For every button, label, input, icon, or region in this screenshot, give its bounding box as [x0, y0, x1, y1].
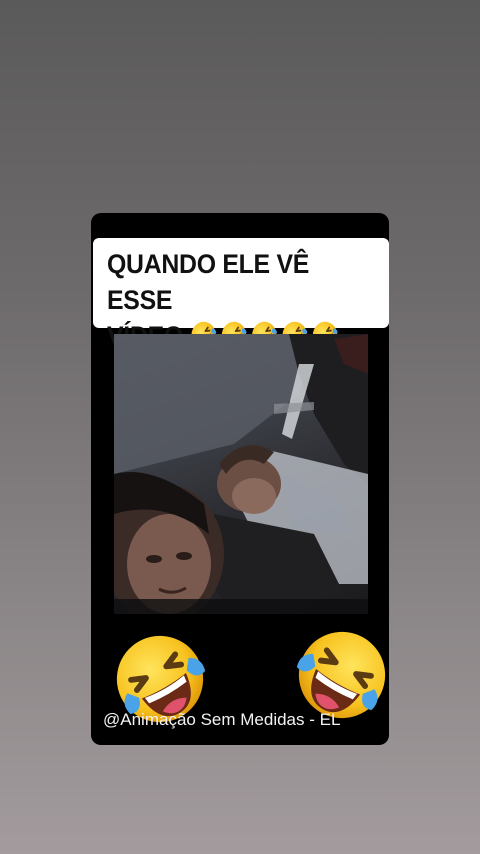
- video-frame[interactable]: [114, 334, 368, 614]
- watermark-text: @Animação Sem Medidas - EL: [103, 710, 341, 729]
- video-post-card[interactable]: QUANDO ELE VÊ ESSE VÍDEO: [91, 213, 389, 745]
- video-scene: [114, 334, 368, 614]
- caption-box: QUANDO ELE VÊ ESSE VÍDEO: [93, 238, 389, 351]
